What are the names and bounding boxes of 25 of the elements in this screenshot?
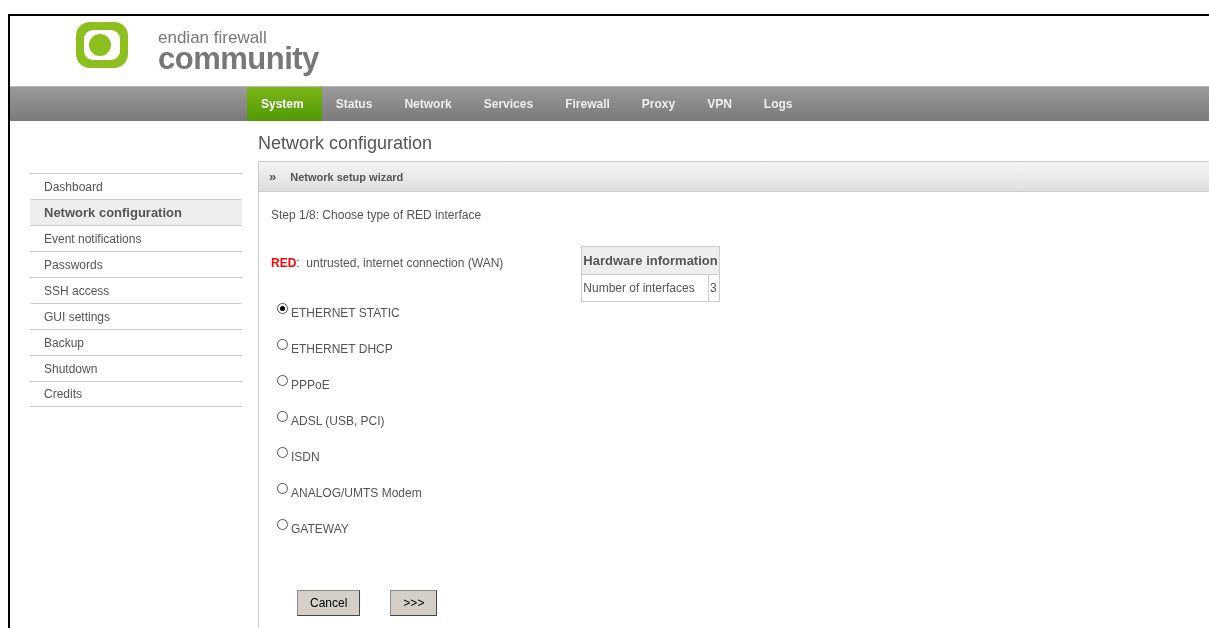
sidebar-item[interactable]: Backup bbox=[30, 329, 242, 355]
sidebar-item[interactable]: Event notifications bbox=[30, 225, 242, 251]
wizard-button[interactable]: Cancel bbox=[297, 590, 361, 616]
radio-label[interactable]: ANALOG/UMTS Modem bbox=[291, 486, 422, 500]
radio-label[interactable]: ETHERNET DHCP bbox=[291, 342, 393, 356]
zone-description: : untrusted, internet connection (WAN) bbox=[296, 256, 504, 270]
table-cell: 3 bbox=[708, 274, 720, 302]
radio-label[interactable]: GATEWAY bbox=[291, 522, 349, 536]
sidebar-item[interactable]: Credits bbox=[30, 381, 242, 407]
panel-title: Network setup wizard bbox=[290, 170, 404, 183]
table-cell: Number of interfaces bbox=[581, 274, 709, 302]
sidebar-item[interactable]: SSH access bbox=[30, 277, 242, 303]
sidebar-item[interactable]: Passwords bbox=[30, 251, 242, 277]
sidebar-item[interactable]: Network configuration bbox=[30, 199, 242, 225]
page-title: Network configuration bbox=[258, 133, 433, 153]
sidebar-item[interactable]: GUI settings bbox=[30, 303, 242, 329]
radio-label[interactable]: ADSL (USB, PCI) bbox=[291, 414, 385, 428]
collapse-toggle[interactable]: » bbox=[269, 169, 277, 184]
radio-label[interactable]: ISDN bbox=[291, 450, 320, 464]
table-header: Hardware information bbox=[581, 246, 720, 275]
sidebar-item[interactable]: Shutdown bbox=[30, 355, 242, 381]
step-text: Step 1/8: Choose type of RED interface bbox=[271, 208, 483, 222]
radio-label[interactable]: PPPoE bbox=[291, 378, 330, 392]
radio-label[interactable]: ETHERNET STATIC bbox=[291, 306, 400, 320]
wizard-button[interactable]: >>> bbox=[390, 590, 438, 616]
